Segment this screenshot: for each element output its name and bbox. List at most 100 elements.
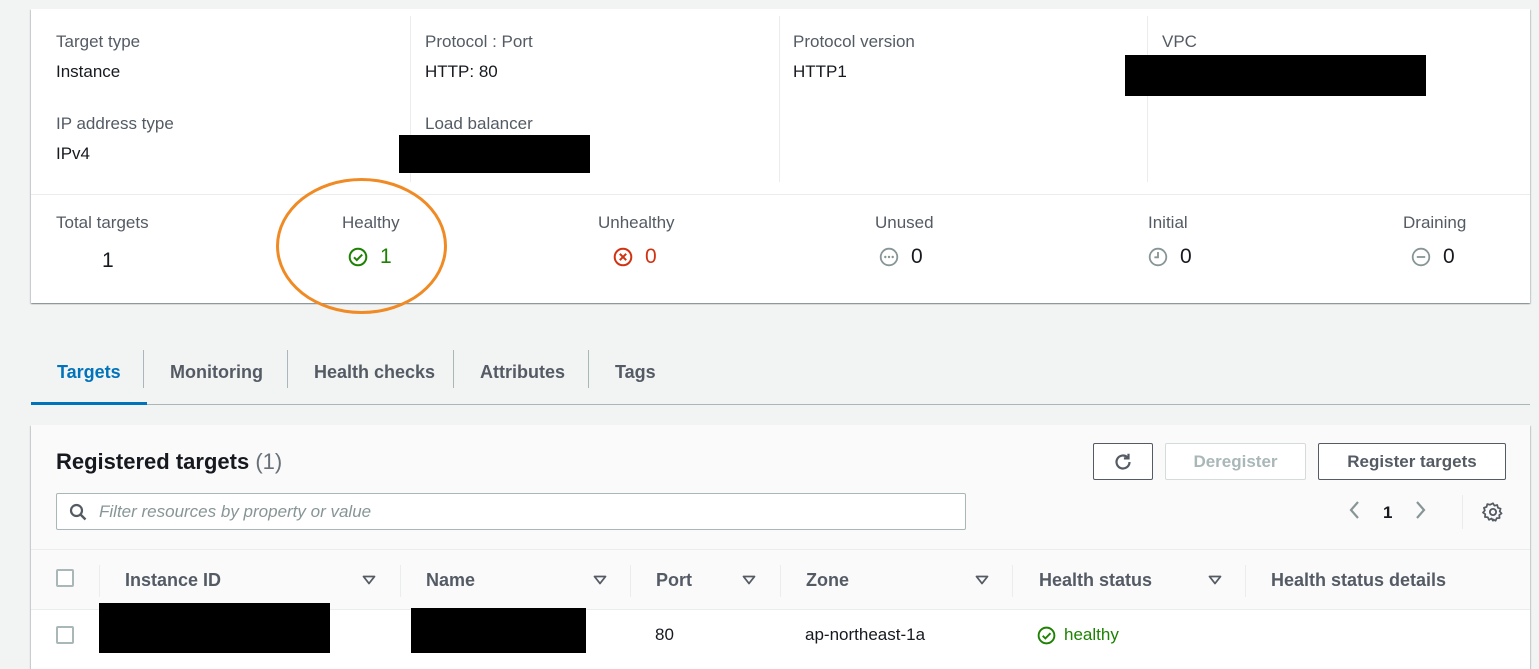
tab-separator — [588, 350, 589, 388]
row-checkbox[interactable] — [56, 626, 74, 644]
sort-name[interactable] — [593, 550, 607, 610]
tab-tags[interactable]: Tags — [615, 340, 656, 404]
target-type-field: Target type Instance — [56, 31, 140, 83]
column-divider — [1147, 16, 1148, 182]
ip-address-type-value: IPv4 — [56, 144, 91, 163]
unhealthy-label: Unhealthy — [598, 213, 675, 232]
protocol-port-label: Protocol : Port — [425, 32, 533, 51]
target-type-label: Target type — [56, 32, 141, 51]
registered-targets-title-text: Registered targets — [56, 449, 250, 474]
clock-icon — [1148, 247, 1168, 267]
tab-separator — [143, 350, 144, 388]
deregister-button[interactable]: Deregister — [1165, 443, 1306, 480]
health-status-cell: healthy — [1037, 610, 1119, 660]
column-separator — [1012, 565, 1013, 597]
gear-icon[interactable] — [1482, 501, 1504, 523]
check-circle-icon — [1037, 626, 1056, 644]
protocol-version-field: Protocol version HTTP1 — [793, 31, 915, 83]
health-status-text: healthy — [1064, 625, 1119, 644]
unused-count: 0 — [911, 245, 923, 268]
unused-label: Unused — [875, 213, 934, 232]
registered-targets-panel: Registered targets (1) Deregister Regist… — [31, 425, 1530, 669]
tab-targets[interactable]: Targets — [31, 340, 147, 405]
protocol-port-value: HTTP: 80 — [425, 62, 498, 81]
initial-stat: Initial 0 — [1148, 212, 1192, 270]
column-separator — [780, 565, 781, 597]
draining-stat: Draining 0 — [1403, 212, 1466, 270]
total-targets-label: Total targets — [56, 213, 149, 232]
column-separator — [99, 565, 100, 597]
registered-targets-title: Registered targets (1) — [56, 449, 282, 475]
previous-page-button[interactable] — [1347, 499, 1363, 526]
filter-search-input[interactable] — [99, 501, 939, 522]
tab-attributes[interactable]: Attributes — [480, 340, 565, 404]
unused-value: 0 — [875, 244, 934, 270]
column-header-name[interactable]: Name — [426, 550, 475, 610]
tab-monitoring[interactable]: Monitoring — [170, 340, 263, 404]
pagination: 1 — [1347, 499, 1428, 526]
current-page[interactable]: 1 — [1383, 503, 1392, 523]
refresh-icon — [1115, 453, 1131, 470]
total-targets-stat: Total targets 1 — [56, 212, 149, 274]
column-header-instance-id[interactable]: Instance ID — [125, 550, 221, 610]
register-targets-button[interactable]: Register targets — [1318, 443, 1506, 480]
annotation-circle — [276, 178, 447, 314]
pagination-separator — [1462, 495, 1463, 529]
column-header-port[interactable]: Port — [656, 550, 692, 610]
ellipsis-circle-icon — [879, 247, 899, 267]
sort-caret-icon — [742, 575, 756, 585]
sort-caret-icon — [975, 575, 989, 585]
name-redacted — [411, 608, 586, 653]
column-header-zone[interactable]: Zone — [806, 550, 849, 610]
sort-instance-id[interactable] — [362, 550, 376, 610]
column-header-health-status[interactable]: Health status — [1039, 550, 1152, 610]
ip-address-type-field: IP address type IPv4 — [56, 113, 174, 165]
minus-circle-icon — [1411, 247, 1431, 267]
load-balancer-redacted — [399, 135, 590, 173]
target-type-value: Instance — [56, 62, 121, 81]
zone-cell: ap-northeast-1a — [805, 625, 926, 644]
initial-label: Initial — [1148, 213, 1188, 232]
sort-caret-icon — [593, 575, 607, 585]
sort-health-status[interactable] — [1208, 550, 1222, 610]
refresh-button[interactable] — [1093, 443, 1153, 480]
vpc-redacted — [1125, 55, 1426, 96]
draining-value: 0 — [1403, 244, 1466, 270]
sort-port[interactable] — [742, 550, 756, 610]
tab-health-checks-label: Health checks — [314, 361, 436, 382]
protocol-version-value: HTTP1 — [793, 62, 847, 81]
details-divider — [31, 194, 1530, 195]
select-all-checkbox[interactable] — [56, 569, 74, 587]
x-circle-icon — [613, 247, 633, 267]
tab-separator — [287, 350, 288, 388]
chevron-right-icon — [1416, 501, 1426, 519]
total-targets-value: 1 — [56, 248, 149, 274]
initial-value: 0 — [1148, 244, 1192, 270]
load-balancer-label: Load balancer — [425, 114, 533, 133]
registered-targets-header: Registered targets (1) Deregister Regist… — [31, 425, 1530, 549]
instance-id-redacted — [99, 603, 330, 653]
target-group-details-card: Target type Instance IP address type IPv… — [31, 9, 1530, 303]
sort-caret-icon — [362, 575, 376, 585]
column-separator — [630, 565, 631, 597]
tab-attributes-label: Attributes — [480, 361, 565, 382]
vpc-label: VPC — [1162, 32, 1197, 51]
port-cell: 80 — [655, 625, 674, 644]
tab-bar: Targets Monitoring Health checks Attribu… — [31, 340, 1530, 405]
next-page-button[interactable] — [1412, 499, 1428, 526]
load-balancer-field: Load balancer — [425, 113, 533, 135]
protocol-version-label: Protocol version — [793, 32, 915, 51]
sort-zone[interactable] — [975, 550, 989, 610]
filter-search-box[interactable] — [56, 493, 966, 530]
search-icon — [69, 503, 87, 520]
tab-monitoring-label: Monitoring — [170, 361, 263, 382]
registered-targets-count: (1) — [255, 449, 283, 474]
draining-label: Draining — [1403, 213, 1467, 232]
total-targets-count: 1 — [102, 249, 114, 272]
unhealthy-count: 0 — [645, 245, 657, 268]
ip-address-type-label: IP address type — [56, 114, 174, 133]
tab-health-checks[interactable]: Health checks — [314, 340, 435, 404]
chevron-left-icon — [1349, 501, 1359, 519]
column-header-health-status-details[interactable]: Health status details — [1271, 550, 1446, 610]
table-header: Instance ID Name Port Zone Health status… — [31, 549, 1530, 610]
